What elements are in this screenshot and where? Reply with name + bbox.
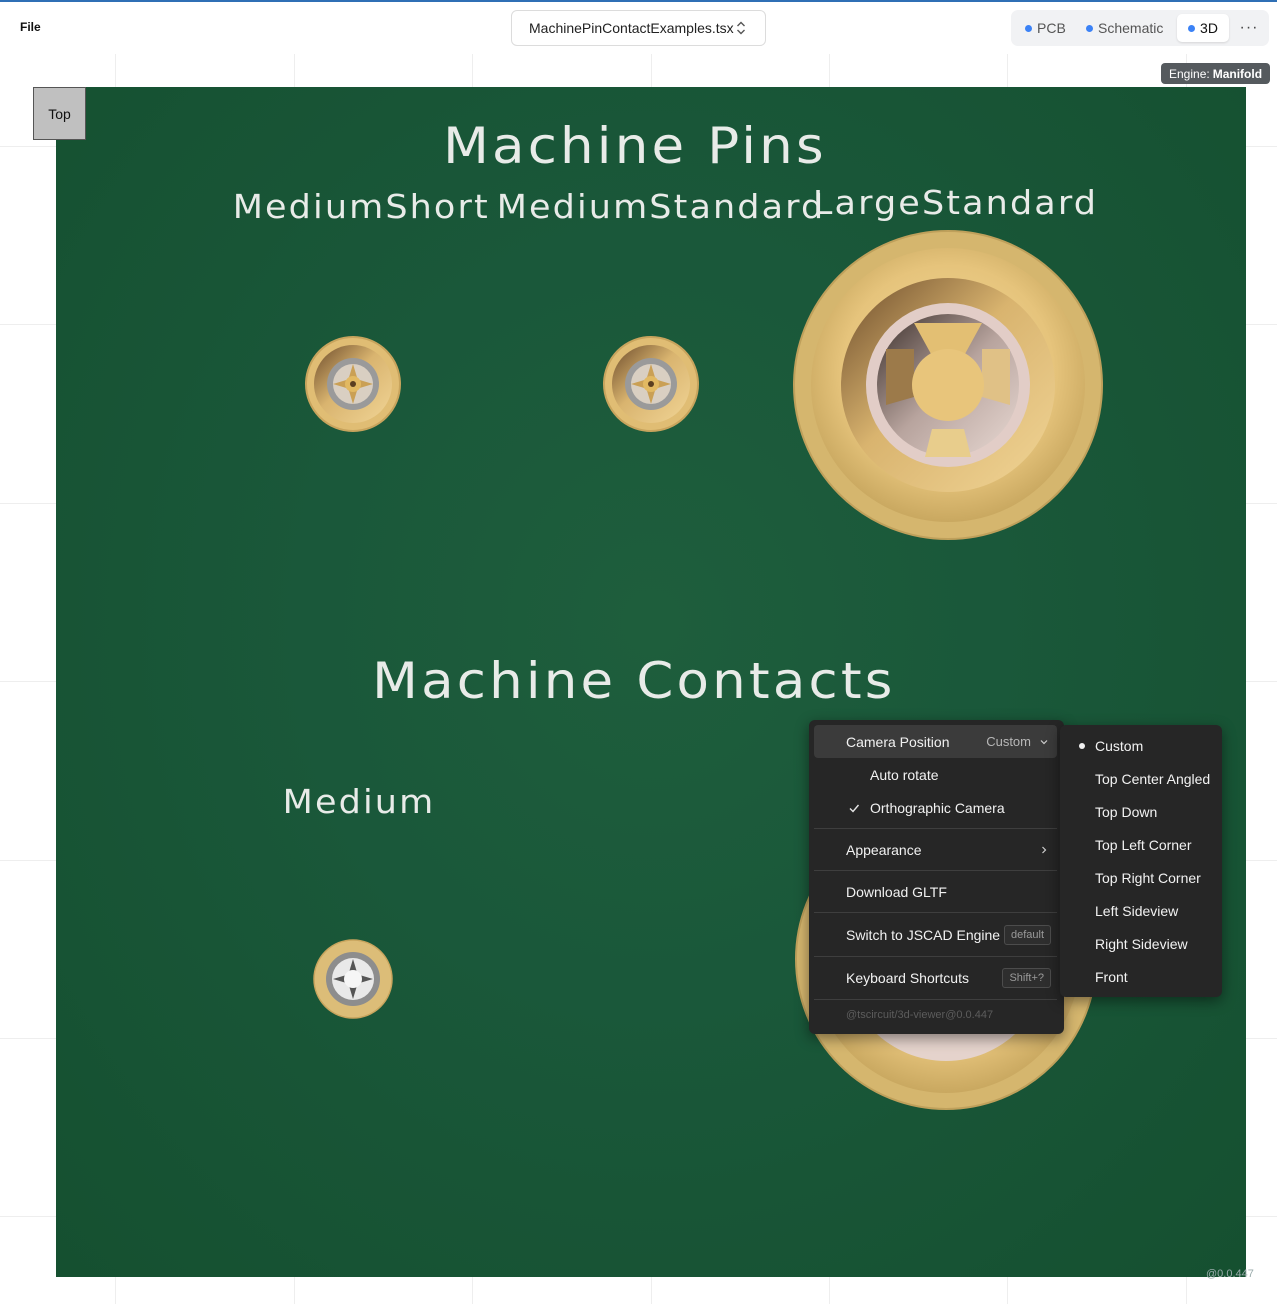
tab-pcb-label: PCB [1037, 20, 1066, 36]
camera-option-top-right-corner[interactable]: Top Right Corner [1064, 863, 1218, 893]
chevron-down-icon [1040, 740, 1048, 745]
tab-schematic[interactable]: Schematic [1086, 14, 1186, 42]
camera-option-label: Top Right Corner [1095, 870, 1201, 886]
camera-option-top-down[interactable]: Top Down [1064, 797, 1218, 827]
camera-option-label: Left Sideview [1095, 903, 1179, 919]
default-badge: default [1003, 924, 1051, 945]
camera-option-front[interactable]: Front [1064, 962, 1218, 992]
view-tabs: PCB Schematic 3D ··· [1011, 10, 1269, 46]
silkscreen-title-contacts: Machine Contacts [372, 652, 896, 710]
engine-badge-name: Manifold [1212, 66, 1263, 81]
engine-badge-prefix: Engine: [1169, 66, 1210, 81]
machine-contact-medium [313, 939, 393, 1019]
file-selector[interactable]: MachinePinContactExamples.tsx [511, 10, 766, 46]
corner-version-label: @0.0.447 [1206, 1268, 1254, 1280]
menu-divider [814, 999, 1057, 1000]
download-gltf-label: Download GLTF [846, 883, 947, 900]
engine-badge: Engine: Manifold [1161, 63, 1271, 84]
pcb-status-dot [1025, 24, 1032, 32]
auto-rotate-label: Auto rotate [870, 766, 939, 783]
menu-divider [814, 828, 1057, 829]
more-options-icon[interactable]: ··· [1235, 14, 1263, 42]
viewer-context-menu: Camera Position Custom Auto rotate Ortho… [809, 720, 1064, 1034]
silkscreen-label-medium-short: MediumShort [232, 187, 490, 226]
chevron-up-down-icon [737, 21, 745, 35]
camera-top-view-button[interactable]: Top [33, 87, 86, 140]
camera-option-right-sideview[interactable]: Right Sideview [1064, 929, 1218, 959]
camera-option-top-center-angled[interactable]: Top Center Angled [1064, 764, 1218, 794]
machine-pin-large-standard [793, 230, 1103, 540]
orthographic-camera-menu-item[interactable]: Orthographic Camera [814, 791, 1057, 824]
tab-3d-label: 3D [1200, 20, 1218, 36]
camera-position-menu-item[interactable]: Camera Position Custom [814, 725, 1057, 758]
menu-divider [814, 912, 1057, 913]
tab-3d[interactable]: 3D [1177, 14, 1229, 42]
chevron-right-icon [1042, 846, 1047, 854]
camera-option-left-sideview[interactable]: Left Sideview [1064, 896, 1218, 926]
camera-option-label: Right Sideview [1095, 936, 1188, 952]
3d-status-dot [1188, 24, 1196, 32]
3d-board-viewport[interactable]: Machine Pins MediumShort MediumStandard … [56, 87, 1246, 1277]
viewer-version: @tscircuit/3d-viewer@0.0.447 [846, 1009, 994, 1021]
appearance-menu-item[interactable]: Appearance [814, 833, 1057, 866]
machine-pin-medium-short [305, 336, 401, 432]
checkmark-icon [849, 804, 860, 813]
switch-engine-label: Switch to JSCAD Engine [846, 926, 1001, 943]
download-gltf-menu-item[interactable]: Download GLTF [814, 875, 1057, 908]
camera-option-label: Top Left Corner [1095, 837, 1192, 853]
tab-schematic-label: Schematic [1098, 20, 1164, 36]
camera-position-value: Custom [986, 734, 1031, 749]
selected-bullet-icon [1079, 743, 1085, 749]
camera-option-label: Top Center Angled [1095, 771, 1211, 787]
appearance-label: Appearance [846, 841, 922, 858]
switch-engine-menu-item[interactable]: Switch to JSCAD Engine default [814, 918, 1057, 951]
menu-divider [814, 956, 1057, 957]
camera-position-label: Camera Position [846, 733, 950, 750]
camera-option-custom[interactable]: Custom [1064, 731, 1218, 761]
silkscreen-title-pins: Machine Pins [443, 117, 827, 175]
camera-position-submenu: Custom Top Center Angled Top Down Top Le… [1060, 725, 1222, 997]
orthographic-camera-label: Orthographic Camera [870, 799, 1005, 816]
silkscreen-label-medium: Medium [282, 782, 436, 821]
shortcut-badge: Shift+? [1002, 967, 1051, 988]
file-name: MachinePinContactExamples.tsx [529, 20, 734, 36]
camera-option-label: Front [1095, 969, 1128, 985]
file-menu[interactable]: File [20, 20, 41, 34]
silkscreen-label-large-standard: LargeStandard [812, 183, 1099, 222]
camera-option-top-left-corner[interactable]: Top Left Corner [1064, 830, 1218, 860]
keyboard-shortcuts-menu-item[interactable]: Keyboard Shortcuts Shift+? [814, 961, 1057, 994]
camera-option-label: Top Down [1095, 804, 1158, 820]
tab-pcb[interactable]: PCB [1025, 14, 1087, 42]
schematic-status-dot [1086, 24, 1093, 32]
auto-rotate-menu-item[interactable]: Auto rotate [814, 758, 1057, 791]
keyboard-shortcuts-label: Keyboard Shortcuts [846, 969, 969, 986]
top-toolbar: File MachinePinContactExamples.tsx PCB S… [0, 2, 1277, 54]
menu-divider [814, 870, 1057, 871]
silkscreen-label-medium-standard: MediumStandard [496, 187, 826, 226]
camera-option-label: Custom [1095, 738, 1144, 754]
machine-pin-medium-standard [603, 336, 699, 432]
